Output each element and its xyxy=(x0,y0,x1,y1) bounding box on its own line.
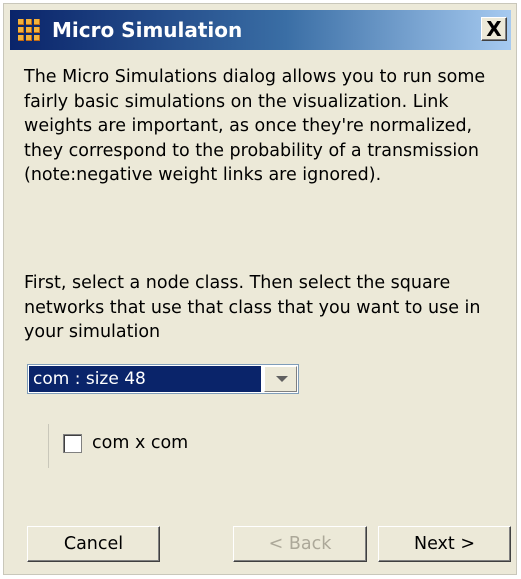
grid-app-icon xyxy=(18,19,41,42)
cancel-button[interactable]: Cancel xyxy=(27,526,160,562)
network-list: com x com xyxy=(48,424,349,468)
window-title: Micro Simulation xyxy=(52,18,243,42)
dialog-instruction: First, select a node class. Then select … xyxy=(24,273,481,342)
network-checkbox-com-x-com[interactable] xyxy=(63,434,82,453)
title-bar[interactable]: Micro Simulation X xyxy=(10,10,511,50)
node-class-select[interactable]: com : size 48 xyxy=(27,364,299,394)
close-icon: X xyxy=(486,17,502,41)
network-checkbox-label[interactable]: com x com xyxy=(92,432,188,454)
node-class-selected-value: com : size 48 xyxy=(29,366,261,392)
dialog-description: The Micro Simulations dialog allows you … xyxy=(24,67,486,185)
micro-simulation-dialog: Micro Simulation X The Micro Simulations… xyxy=(3,3,517,575)
chevron-down-icon[interactable] xyxy=(264,366,297,392)
back-button: < Back xyxy=(233,526,367,562)
next-button[interactable]: Next > xyxy=(378,526,511,562)
close-button[interactable]: X xyxy=(481,17,507,41)
